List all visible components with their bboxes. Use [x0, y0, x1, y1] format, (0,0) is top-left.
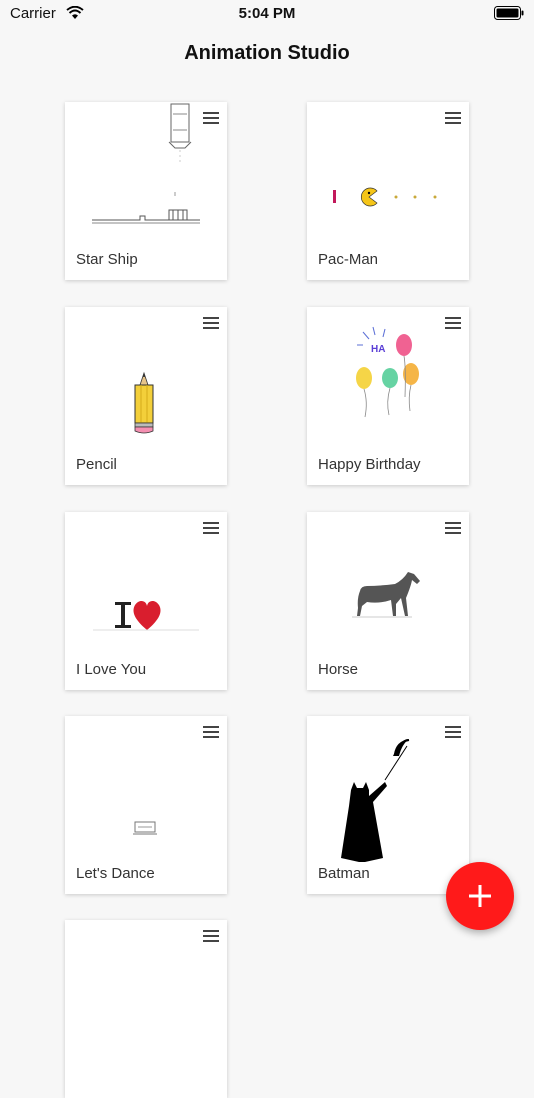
hamburger-menu-icon[interactable] [203, 726, 219, 739]
animation-title: Let's Dance [76, 865, 155, 882]
animation-title: Happy Birthday [318, 456, 421, 473]
animation-title: Horse [318, 661, 359, 678]
add-animation-button[interactable] [446, 862, 514, 930]
animation-card-pac-man[interactable]: Pac-Man [307, 102, 469, 280]
animation-card-partial[interactable] [65, 920, 227, 1098]
plus-icon [469, 885, 491, 907]
animation-card-horse[interactable]: Horse [307, 512, 469, 690]
hamburger-menu-icon[interactable] [203, 112, 219, 125]
hamburger-menu-icon[interactable] [203, 930, 219, 943]
animation-title: Pac-Man [318, 251, 379, 268]
animation-card-happy-birthday[interactable]: HA Happy Birthday [307, 307, 469, 485]
animation-card-i-love-you[interactable]: I Love You [65, 512, 227, 690]
animation-title: Pencil [76, 456, 117, 473]
status-time: 5:04 PM [238, 5, 296, 22]
svg-text:HA: HA [371, 344, 385, 355]
animation-card-pencil[interactable]: Pencil [65, 307, 227, 485]
animation-card-lets-dance[interactable]: Let's Dance [65, 716, 227, 894]
hamburger-menu-icon[interactable] [445, 522, 461, 535]
page-title: Animation Studio [184, 42, 350, 64]
animation-title: Batman [318, 865, 370, 882]
animation-title: I Love You [76, 661, 147, 678]
hamburger-menu-icon[interactable] [445, 726, 461, 739]
status-bar: Carrier 5:04 PM [0, 0, 534, 30]
animation-card-batman[interactable]: Batman [307, 716, 469, 894]
hamburger-menu-icon[interactable] [445, 112, 461, 125]
hamburger-menu-icon[interactable] [445, 317, 461, 330]
hamburger-menu-icon[interactable] [203, 317, 219, 330]
hamburger-menu-icon[interactable] [203, 522, 219, 535]
battery-icon [494, 6, 524, 20]
animation-card-star-ship[interactable]: Star Ship [65, 102, 227, 280]
animation-title: Star Ship [76, 251, 138, 268]
